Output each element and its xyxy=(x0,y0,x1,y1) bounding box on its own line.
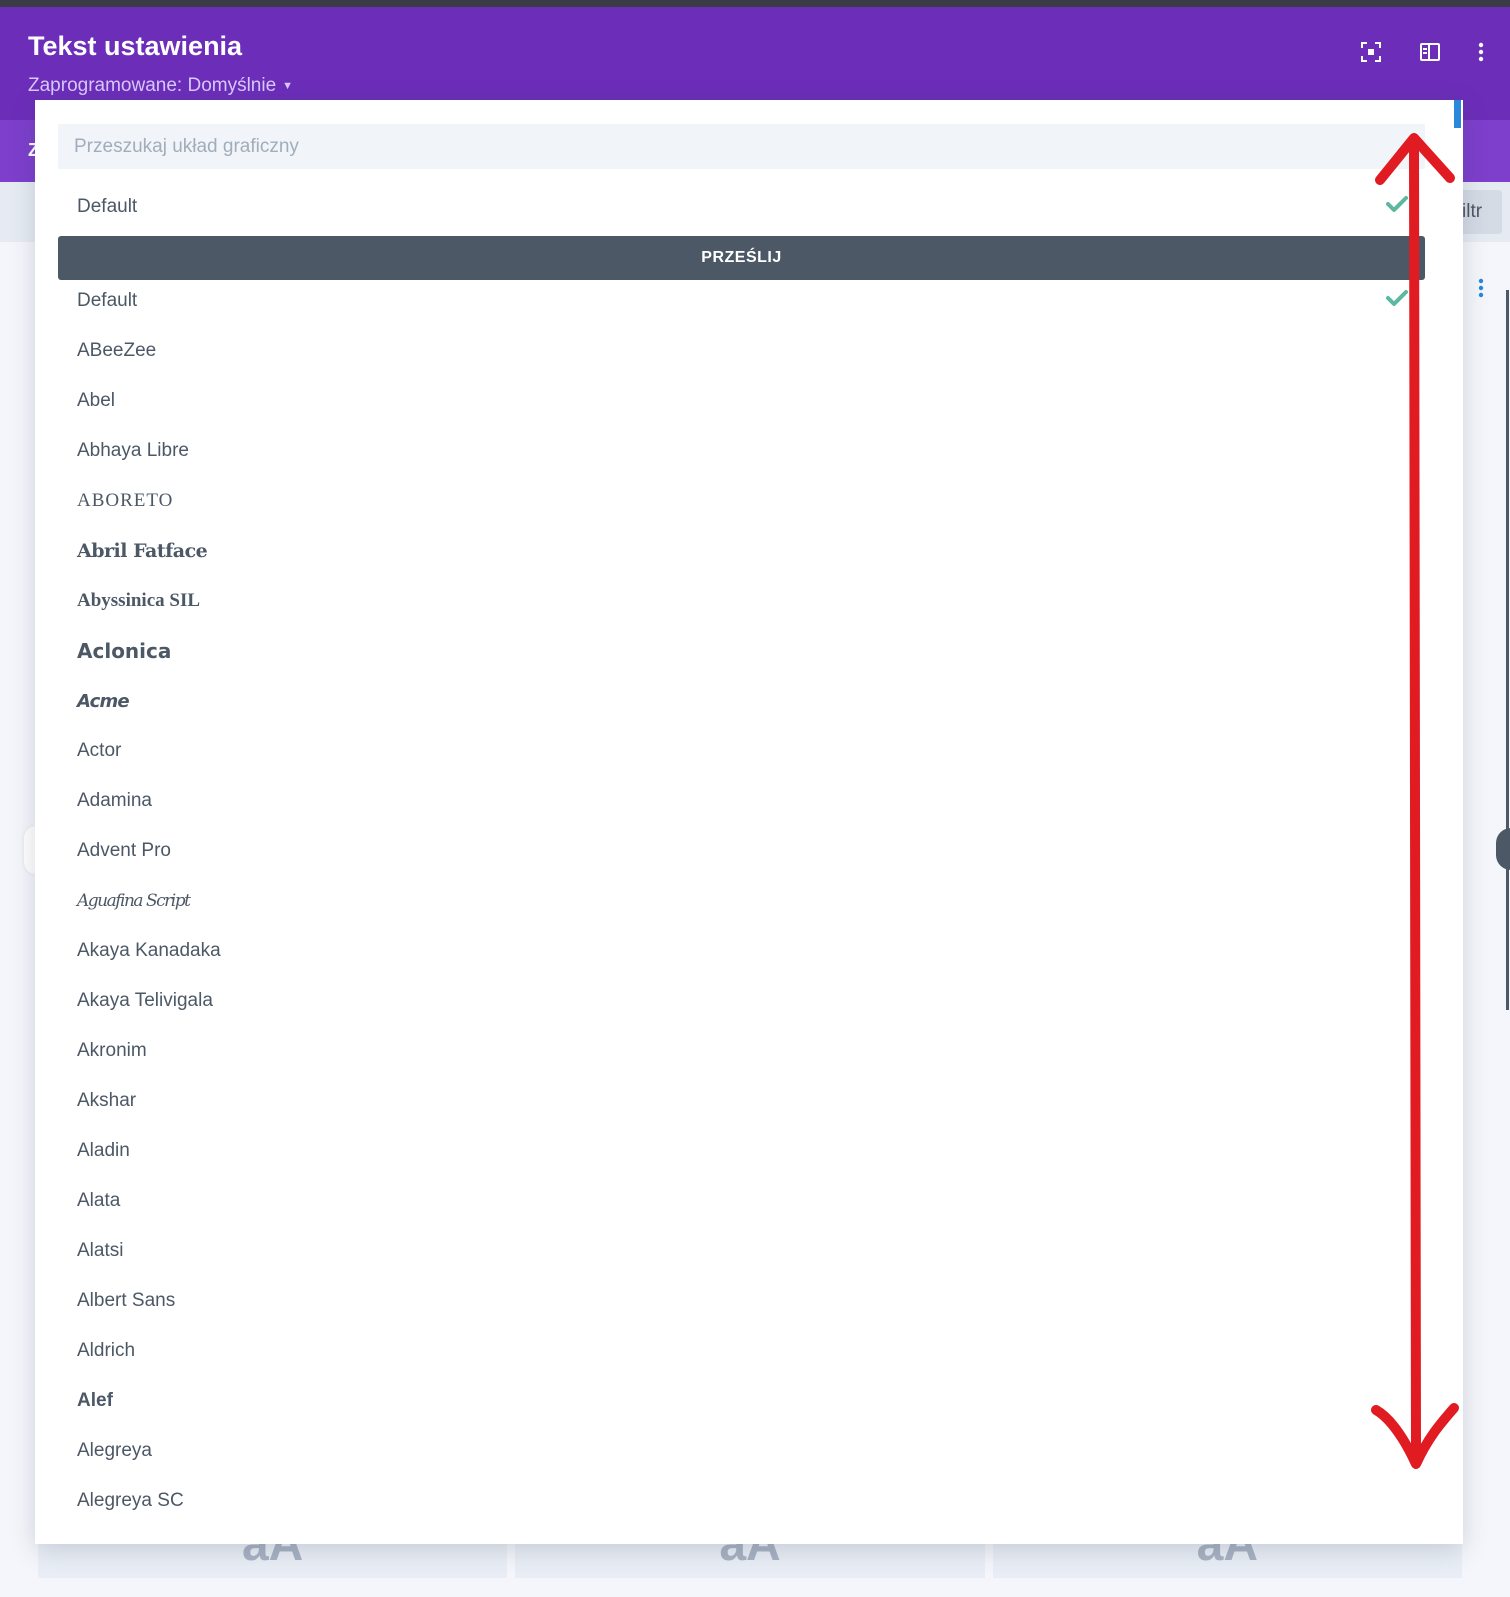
font-item-aladin[interactable]: Aladin xyxy=(35,1126,1455,1176)
font-item-actor[interactable]: Actor xyxy=(35,726,1455,776)
font-item-advent-pro[interactable]: Advent Pro xyxy=(35,826,1455,876)
font-item-default[interactable]: Default xyxy=(35,276,1455,326)
font-item-alegreya-sc[interactable]: Alegreya SC xyxy=(35,1476,1455,1526)
font-item-akronim[interactable]: Akronim xyxy=(35,1026,1455,1076)
font-item-acme[interactable]: Acme xyxy=(35,676,1455,726)
dropdown-scrollbar-thumb[interactable] xyxy=(1454,100,1461,128)
font-item-label: ABeeZee xyxy=(77,340,157,361)
caret-down-icon: ▼ xyxy=(282,80,294,92)
upload-font-button[interactable]: PRZEŚLIJ xyxy=(58,236,1425,280)
font-item-label: Akaya Kanadaka xyxy=(77,940,221,961)
preset-selector[interactable]: Zaprogramowane: Domyślnie ▼ xyxy=(28,75,293,97)
font-item-adamina[interactable]: Adamina xyxy=(35,776,1455,826)
font-item-alatsi[interactable]: Alatsi xyxy=(35,1226,1455,1276)
settings-title: Tekst ustawienia xyxy=(28,31,243,61)
preset-label: Zaprogramowane: Domyślnie xyxy=(28,75,277,96)
font-item-label: Alata xyxy=(77,1190,121,1211)
window-top-strip xyxy=(0,0,1510,7)
font-item-akaya-kanadaka[interactable]: Akaya Kanadaka xyxy=(35,926,1455,976)
font-item-label: Default xyxy=(77,196,138,217)
font-item-abril-fatface[interactable]: Abril Fatface xyxy=(35,526,1455,576)
font-item-label: Akronim xyxy=(77,1040,147,1061)
font-item-aboreto[interactable]: ABORETO xyxy=(35,476,1455,526)
focus-icon[interactable] xyxy=(1356,37,1386,67)
font-item-aldrich[interactable]: Aldrich xyxy=(35,1326,1455,1376)
selected-font-item[interactable]: Default xyxy=(35,182,1455,232)
split-layout-icon[interactable] xyxy=(1415,37,1445,67)
font-item-label: Akaya Telivigala xyxy=(77,990,213,1011)
font-search-input[interactable] xyxy=(58,124,1425,169)
font-item-label: Adamina xyxy=(77,790,152,811)
font-item-label: Aguafina Script xyxy=(77,891,191,911)
font-item-akshar[interactable]: Akshar xyxy=(35,1076,1455,1126)
font-item-abyssinica-sil[interactable]: Abyssinica SIL xyxy=(35,576,1455,626)
font-item-label: Alef xyxy=(77,1390,113,1411)
font-item-label: Abel xyxy=(77,390,116,411)
font-item-label: Abyssinica SIL xyxy=(77,590,201,611)
font-item-abeezee[interactable]: ABeeZee xyxy=(35,326,1455,376)
font-item-label: Alegreya xyxy=(77,1440,152,1461)
resize-handle-right[interactable] xyxy=(1496,828,1510,870)
font-dropdown: Default PRZEŚLIJ Default ABeeZee Abel Ab… xyxy=(35,100,1463,1544)
font-item-label: Acme xyxy=(77,690,130,712)
font-item-albert-sans[interactable]: Albert Sans xyxy=(35,1276,1455,1326)
font-item-label: Alatsi xyxy=(77,1240,124,1261)
double-arrow-annotation-icon xyxy=(1371,133,1459,1469)
font-item-abhaya-libre[interactable]: Abhaya Libre xyxy=(35,426,1455,476)
font-item-label: ABORETO xyxy=(77,490,174,511)
font-item-label: Aladin xyxy=(77,1140,130,1161)
font-item-alef[interactable]: Alef xyxy=(35,1376,1455,1426)
font-item-alegreya[interactable]: Alegreya xyxy=(35,1426,1455,1476)
font-item-label: Abhaya Libre xyxy=(77,440,189,461)
font-item-aguafina-script[interactable]: Aguafina Script xyxy=(35,876,1455,926)
font-item-label: Albert Sans xyxy=(77,1290,176,1311)
font-item-alata[interactable]: Alata xyxy=(35,1176,1455,1226)
font-item-label: Alegreya SC xyxy=(77,1490,184,1511)
font-item-abel[interactable]: Abel xyxy=(35,376,1455,426)
font-item-label: Aclonica xyxy=(77,639,172,663)
font-item-akaya-telivigala[interactable]: Akaya Telivigala xyxy=(35,976,1455,1026)
page-scrollbar[interactable] xyxy=(1506,290,1509,1010)
more-vertical-icon[interactable] xyxy=(1466,37,1496,67)
font-item-label: Default xyxy=(77,290,138,311)
font-item-aclonica[interactable]: Aclonica xyxy=(35,626,1455,676)
font-item-label: Advent Pro xyxy=(77,840,171,861)
font-item-label: Akshar xyxy=(77,1090,137,1111)
font-item-label: Actor xyxy=(77,740,122,761)
font-item-label: Abril Fatface xyxy=(77,540,208,562)
font-item-label: Aldrich xyxy=(77,1340,136,1361)
